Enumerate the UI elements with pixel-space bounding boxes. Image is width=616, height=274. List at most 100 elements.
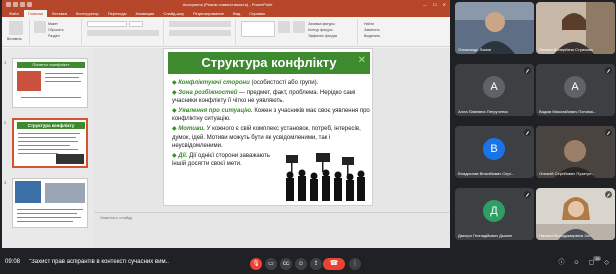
captions-button[interactable]: cc bbox=[280, 258, 292, 270]
participant-name: Дмитро Геннадійович Дьомін bbox=[458, 233, 512, 238]
bullet-key: Зона розбіжностей bbox=[178, 89, 238, 96]
participant-tile[interactable]: Олександр Ломов bbox=[455, 2, 534, 54]
current-slide[interactable]: ✕ Структура конфлікту ◆ Конфліктуючі сто… bbox=[163, 48, 373, 206]
slide-bullet: ◆ Мотиви. У кожного є свій комплекс уста… bbox=[172, 125, 370, 151]
bullet-icon: ◆ bbox=[172, 125, 177, 132]
present-button[interactable]: ⇪ bbox=[310, 258, 322, 270]
shape-outline-label[interactable]: Контур фигуры bbox=[308, 28, 332, 32]
thumb-slide-1[interactable]: Поняття «конфлікт» bbox=[12, 58, 88, 108]
bullet-key: Уявлення про ситуацію. bbox=[178, 107, 253, 114]
thumb-number: 3 bbox=[4, 180, 7, 185]
arrange-button[interactable] bbox=[278, 21, 290, 33]
editing-group: Найти Заменить Выделить bbox=[360, 19, 404, 45]
paragraph-group bbox=[166, 19, 236, 45]
participant-name: Владислав Віталійович Серг... bbox=[458, 171, 515, 176]
thumb-slide-2[interactable]: Структура конфлікту bbox=[12, 118, 88, 168]
tab-view[interactable]: Вид bbox=[229, 10, 244, 17]
mic-off-icon bbox=[605, 67, 612, 74]
tab-help[interactable]: Справка bbox=[245, 10, 269, 17]
more-options-button[interactable]: ⋮ bbox=[349, 258, 361, 270]
chat-icon[interactable]: ▢ bbox=[588, 260, 595, 267]
tab-review[interactable]: Рецензирование bbox=[189, 10, 228, 17]
thumb-slide-3[interactable] bbox=[12, 178, 88, 228]
ribbon-tabs: Файл Главная Вставка Конструктор Переход… bbox=[2, 9, 450, 17]
participant-name: Олексій Сергійович Пузатул... bbox=[539, 171, 595, 176]
bullet-text: (особистості або групи). bbox=[249, 80, 319, 86]
participant-name: Олександр Ломов bbox=[458, 47, 492, 52]
participant-tile[interactable]: Олексій Сергійович Пузатул... bbox=[536, 126, 615, 178]
participant-name: Вадим Миколайович Понома... bbox=[539, 109, 597, 114]
font-name-select[interactable] bbox=[87, 21, 127, 27]
layout-label[interactable]: Макет bbox=[48, 22, 58, 26]
align-buttons[interactable] bbox=[169, 30, 231, 36]
participant-tile[interactable]: Оксана Валеріївна Страхова bbox=[536, 2, 615, 54]
thumb-image bbox=[45, 183, 85, 203]
slide-title-banner: ✕ Структура конфлікту bbox=[168, 52, 370, 74]
info-icon[interactable]: ⓘ bbox=[558, 260, 565, 267]
bullet-icon: ◆ bbox=[172, 152, 177, 159]
tab-transitions[interactable]: Переходы bbox=[104, 10, 131, 17]
end-call-button[interactable]: ☎ bbox=[323, 258, 345, 270]
bullet-icon: ◆ bbox=[172, 107, 177, 114]
font-format-buttons[interactable] bbox=[87, 30, 159, 36]
quick-access-toolbar[interactable] bbox=[6, 2, 32, 7]
font-size-select[interactable] bbox=[129, 21, 143, 27]
meet-window: Ассеринна (Режим совместимости) - PowerP… bbox=[0, 0, 616, 274]
tab-insert[interactable]: Вставка bbox=[48, 10, 71, 17]
participant-tile[interactable]: Наталія Володимирівна Зот... bbox=[536, 188, 615, 240]
tab-home[interactable]: Главная bbox=[23, 10, 48, 17]
tab-animations[interactable]: Анимация bbox=[132, 10, 159, 17]
participant-name: Алла Павлівна Петрученко bbox=[458, 109, 509, 114]
bullet-icon: ◆ bbox=[172, 89, 177, 96]
drawing-group: Заливка фигуры Контур фигуры Эффекты фиг… bbox=[238, 19, 358, 45]
thumb-number: 1 bbox=[4, 60, 7, 65]
slide-editor: ✕ Структура конфлікту ◆ Конфліктуючі сто… bbox=[94, 48, 450, 248]
mic-off-icon bbox=[524, 129, 531, 136]
meeting-toolbar: 09:08 "Захист прав аспірантів в контекст… bbox=[0, 252, 616, 274]
thumb-image bbox=[17, 71, 41, 91]
participant-avatar: A bbox=[564, 76, 586, 98]
participant-tile[interactable]: A Алла Павлівна Петрученко bbox=[455, 64, 534, 116]
participant-tile[interactable]: В Владислав Віталійович Серг... bbox=[455, 126, 534, 178]
notes-pane[interactable]: Заметки к слайду bbox=[94, 212, 450, 242]
thumb-number: 2 bbox=[4, 120, 7, 125]
new-slide-button[interactable] bbox=[34, 21, 46, 33]
mic-off-icon bbox=[524, 67, 531, 74]
participant-name: Оксана Валеріївна Страхова bbox=[539, 47, 593, 52]
people-icon[interactable]: ☺ bbox=[573, 260, 580, 267]
tab-slideshow[interactable]: Слайд-шоу bbox=[159, 10, 188, 17]
tab-design[interactable]: Конструктор bbox=[72, 10, 103, 17]
shape-fill-label[interactable]: Заливка фигуры bbox=[308, 22, 335, 26]
bullet-key: Мотиви. bbox=[178, 125, 205, 132]
list-buttons[interactable] bbox=[169, 21, 231, 27]
meeting-title: "Захист прав аспірантів в контексті суча… bbox=[29, 259, 169, 265]
shapes-gallery[interactable] bbox=[241, 21, 275, 37]
ribbon: Вставить Макет Сбросить Раздел Заливка ф… bbox=[2, 17, 450, 47]
meeting-clock: 09:08 bbox=[5, 259, 21, 265]
clipboard-group: Вставить bbox=[4, 19, 30, 45]
find-label[interactable]: Найти bbox=[364, 22, 374, 26]
thumb-title: Поняття «конфлікт» bbox=[32, 62, 70, 67]
select-label[interactable]: Выделить bbox=[364, 34, 380, 38]
tab-file[interactable]: Файл bbox=[5, 10, 23, 17]
paste-button[interactable] bbox=[9, 21, 23, 35]
participant-tile[interactable]: Д Дмитро Геннадійович Дьомін bbox=[455, 188, 534, 240]
thumb-image bbox=[15, 181, 41, 203]
camera-button[interactable]: ▭ bbox=[265, 258, 277, 270]
paste-label: Вставить bbox=[7, 37, 22, 41]
quick-styles-button[interactable] bbox=[293, 21, 305, 33]
participant-avatar: В bbox=[483, 138, 505, 160]
activities-icon[interactable]: ◇ bbox=[603, 260, 610, 267]
emoji-button[interactable]: ☺ bbox=[295, 258, 307, 270]
section-label[interactable]: Раздел bbox=[48, 34, 60, 38]
participant-tile[interactable]: A Вадим Миколайович Понома... bbox=[536, 64, 615, 116]
mic-off-button[interactable]: 🎙 bbox=[250, 258, 262, 270]
participant-name: Наталія Володимирівна Зот... bbox=[539, 233, 594, 238]
replace-label[interactable]: Заменить bbox=[364, 28, 380, 32]
shape-effects-label[interactable]: Эффекты фигуры bbox=[308, 34, 337, 38]
window-controls[interactable]: — ☐ ✕ bbox=[423, 2, 446, 7]
presented-powerpoint: Ассеринна (Режим совместимости) - PowerP… bbox=[2, 0, 450, 248]
mic-off-icon bbox=[524, 191, 531, 198]
reset-label[interactable]: Сбросить bbox=[48, 28, 64, 32]
bullet-key: Конфліктуючі сторони bbox=[178, 80, 250, 86]
